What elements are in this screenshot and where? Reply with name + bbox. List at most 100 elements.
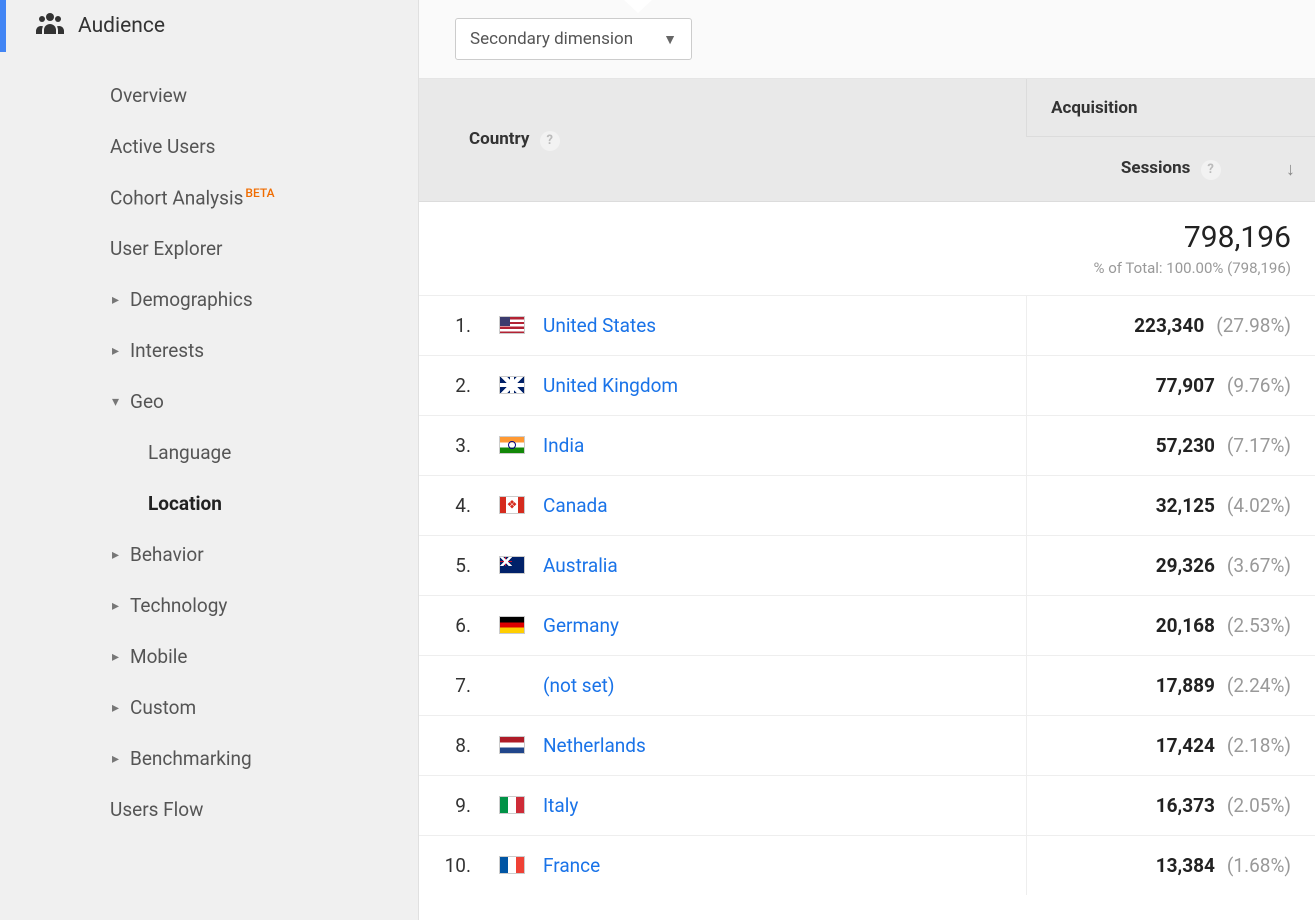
total-sessions-subtext: % of Total: 100.00% (798,196) bbox=[1051, 259, 1291, 277]
row-sessions-cell: 17,424 (2.18%) bbox=[1027, 715, 1315, 775]
sort-desc-icon: ↓ bbox=[1286, 159, 1295, 180]
audience-icon bbox=[22, 12, 78, 40]
row-rank: 10. bbox=[419, 835, 479, 895]
row-sessions-cell: 223,340 (27.98%) bbox=[1027, 295, 1315, 355]
country-link[interactable]: (not set) bbox=[543, 674, 614, 697]
sessions-value: 29,326 bbox=[1156, 554, 1215, 577]
row-rank: 7. bbox=[419, 655, 479, 715]
row-sessions-cell: 57,230 (7.17%) bbox=[1027, 415, 1315, 475]
nav-interests[interactable]: Interests bbox=[0, 325, 418, 376]
nav-active-users[interactable]: Active Users bbox=[0, 121, 418, 172]
row-country-cell: Netherlands bbox=[479, 716, 1026, 775]
row-country-cell: United States bbox=[479, 296, 1026, 355]
nav-behavior[interactable]: Behavior bbox=[0, 529, 418, 580]
col-header-sessions[interactable]: Sessions ? ↓ bbox=[1027, 137, 1315, 201]
country-link[interactable]: Australia bbox=[543, 554, 618, 577]
row-country-cell: (not set) bbox=[479, 656, 1026, 715]
flag-icon bbox=[499, 436, 525, 454]
help-icon[interactable]: ? bbox=[1201, 160, 1221, 180]
row-country-cell: Australia bbox=[479, 536, 1026, 595]
chevron-down-icon bbox=[112, 394, 119, 410]
nav-overview[interactable]: Overview bbox=[0, 70, 418, 121]
flag-icon bbox=[499, 616, 525, 634]
country-link[interactable]: France bbox=[543, 854, 600, 877]
row-rank: 3. bbox=[419, 415, 479, 475]
secondary-dimension-dropdown[interactable]: Secondary dimension ▼ bbox=[455, 18, 692, 60]
nav-demographics[interactable]: Demographics bbox=[0, 274, 418, 325]
sessions-percent: (7.17%) bbox=[1227, 434, 1291, 457]
sessions-percent: (2.18%) bbox=[1227, 734, 1291, 757]
flag-icon bbox=[499, 736, 525, 754]
nav-cohort-analysis[interactable]: Cohort AnalysisBETA bbox=[0, 172, 418, 223]
sessions-value: 20,168 bbox=[1156, 614, 1215, 637]
sessions-value: 223,340 bbox=[1134, 314, 1204, 337]
sessions-value: 77,907 bbox=[1156, 374, 1215, 397]
col-header-country[interactable]: Country ? bbox=[419, 79, 1027, 201]
flag-icon bbox=[499, 556, 525, 574]
sessions-value: 17,424 bbox=[1156, 734, 1215, 757]
secondary-dimension-label: Secondary dimension bbox=[470, 29, 633, 49]
row-sessions-cell: 77,907(9.76%) bbox=[1027, 355, 1315, 415]
sidebar-section-audience[interactable]: Audience bbox=[0, 0, 418, 52]
sidebar: Audience Overview Active Users Cohort An… bbox=[0, 0, 418, 920]
table-row: 6.Germany20,168(2.53%) bbox=[419, 595, 1315, 655]
table-toolbar: Secondary dimension ▼ bbox=[419, 0, 1315, 78]
help-icon[interactable]: ? bbox=[540, 131, 560, 151]
row-sessions-cell: 16,373 (2.05%) bbox=[1027, 775, 1315, 835]
row-rank: 4. bbox=[419, 475, 479, 535]
main-content: Secondary dimension ▼ Country ? Acquisit… bbox=[418, 0, 1315, 920]
row-sessions-cell: 29,326(3.67%) bbox=[1027, 535, 1315, 595]
sessions-percent: (2.53%) bbox=[1227, 614, 1291, 637]
sessions-percent: (4.02%) bbox=[1227, 494, 1291, 517]
table-row: 7. (not set) 17,889 (2.24%) bbox=[419, 655, 1315, 715]
sidebar-nav-list: Overview Active Users Cohort AnalysisBET… bbox=[0, 52, 418, 835]
sessions-value: 17,889 bbox=[1156, 674, 1215, 697]
row-sessions-cell: 20,168 (2.53%) bbox=[1027, 595, 1315, 655]
chevron-right-icon bbox=[112, 343, 119, 359]
row-country-cell: United Kingdom bbox=[479, 356, 1026, 415]
chevron-right-icon bbox=[112, 547, 119, 563]
nav-mobile[interactable]: Mobile bbox=[0, 631, 418, 682]
sessions-value: 16,373 bbox=[1156, 794, 1215, 817]
sessions-percent: (2.24%) bbox=[1227, 674, 1291, 697]
country-link[interactable]: Germany bbox=[543, 614, 619, 637]
location-table: Country ? Acquisition Sessions ? ↓ bbox=[419, 79, 1315, 895]
nav-benchmarking[interactable]: Benchmarking bbox=[0, 733, 418, 784]
row-sessions-cell: 13,384(1.68%) bbox=[1027, 835, 1315, 895]
table-row: 2. United Kingdom 77,907(9.76%) bbox=[419, 355, 1315, 415]
sessions-percent: (27.98%) bbox=[1216, 314, 1291, 337]
row-sessions-cell: 17,889 (2.24%) bbox=[1027, 655, 1315, 715]
nav-users-flow[interactable]: Users Flow bbox=[0, 784, 418, 835]
sessions-percent: (1.68%) bbox=[1227, 854, 1291, 877]
row-rank: 2. bbox=[419, 355, 479, 415]
nav-technology[interactable]: Technology bbox=[0, 580, 418, 631]
nav-geo[interactable]: Geo bbox=[0, 376, 418, 427]
table-row: 5.Australia29,326(3.67%) bbox=[419, 535, 1315, 595]
chevron-right-icon bbox=[112, 649, 119, 665]
country-link[interactable]: United States bbox=[543, 314, 656, 337]
country-link[interactable]: Netherlands bbox=[543, 734, 646, 757]
nav-geo-language[interactable]: Language bbox=[0, 427, 418, 478]
row-country-cell: ❖Canada bbox=[479, 476, 1026, 535]
country-link[interactable]: Canada bbox=[543, 494, 608, 517]
chevron-right-icon bbox=[112, 751, 119, 767]
sessions-value: 57,230 bbox=[1156, 434, 1215, 457]
row-sessions-cell: 32,125(4.02%) bbox=[1027, 475, 1315, 535]
sessions-percent: (2.05%) bbox=[1227, 794, 1291, 817]
country-link[interactable]: India bbox=[543, 434, 584, 457]
nav-custom[interactable]: Custom bbox=[0, 682, 418, 733]
nav-geo-location[interactable]: Location bbox=[0, 478, 418, 529]
summary-row: 798,196 % of Total: 100.00% (798,196) bbox=[419, 201, 1315, 295]
row-country-cell: France bbox=[479, 836, 1026, 895]
chevron-down-icon: ▼ bbox=[663, 31, 677, 48]
row-rank: 1. bbox=[419, 295, 479, 355]
chevron-right-icon bbox=[112, 292, 119, 308]
total-sessions: 798,196 bbox=[1051, 220, 1291, 255]
country-link[interactable]: Italy bbox=[543, 794, 578, 817]
row-country-cell: India bbox=[479, 416, 1026, 475]
nav-user-explorer[interactable]: User Explorer bbox=[0, 223, 418, 274]
country-link[interactable]: United Kingdom bbox=[543, 374, 678, 397]
chevron-right-icon bbox=[112, 598, 119, 614]
col-group-acquisition: Acquisition bbox=[1027, 79, 1315, 137]
table-row: 9.Italy16,373(2.05%) bbox=[419, 775, 1315, 835]
